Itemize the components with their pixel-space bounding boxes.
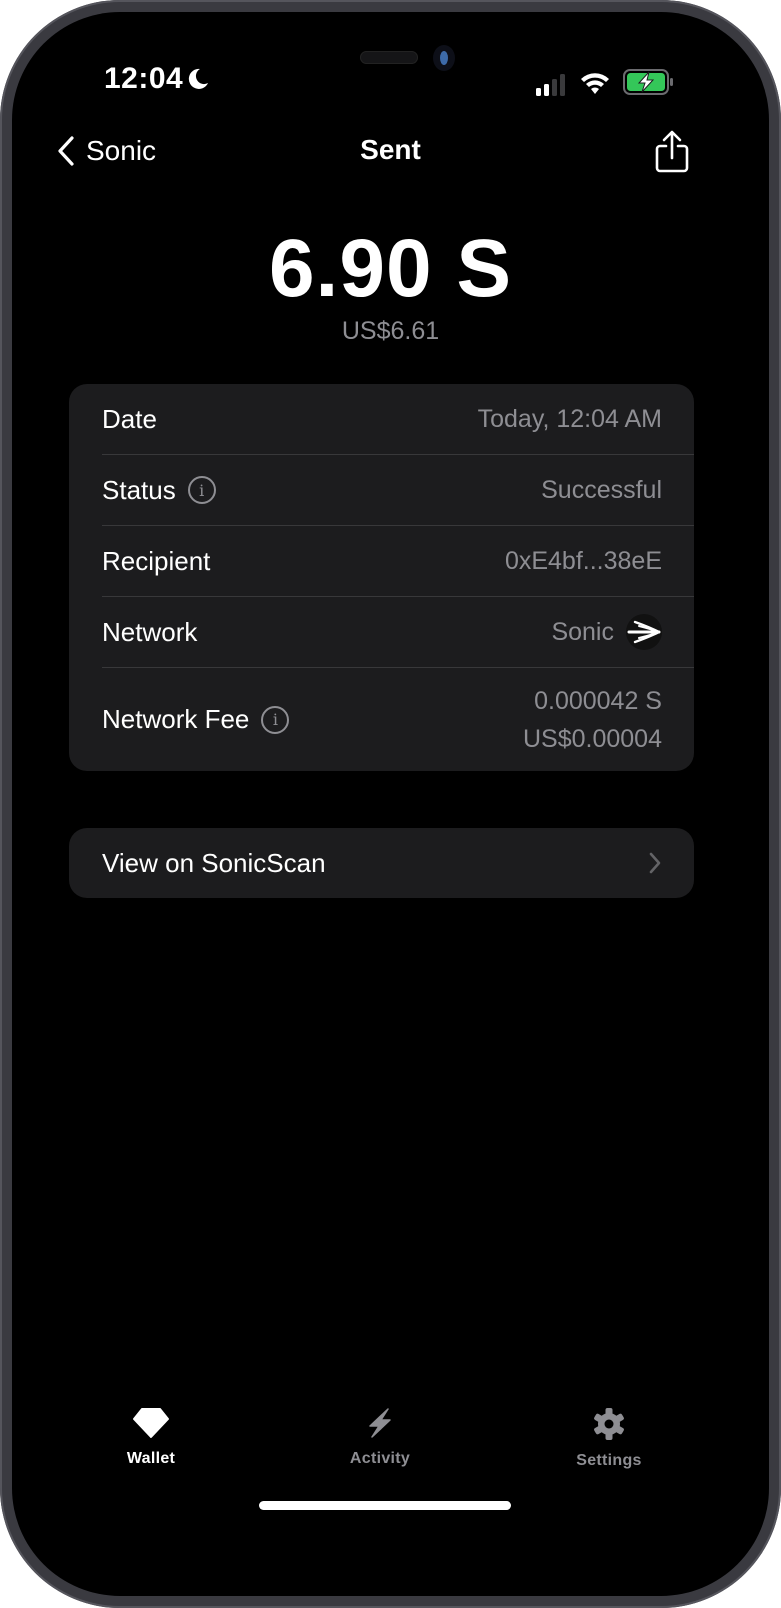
home-indicator[interactable] xyxy=(259,1501,511,1510)
device-frame: 12:04 Sonic Sent 6.90 S US$6.61 Date Tod… xyxy=(0,0,781,1608)
status-value: Successful xyxy=(541,475,662,504)
network-value: Sonic xyxy=(551,617,614,646)
front-camera xyxy=(433,45,455,71)
detail-row-status: Status i Successful xyxy=(102,455,694,526)
recipient-address[interactable]: 0xE4bf...38eE xyxy=(505,547,662,576)
tab-wallet[interactable]: Wallet xyxy=(71,1407,231,1468)
network-value-wrap: Sonic xyxy=(551,614,662,650)
lightning-bolt-icon xyxy=(369,1408,391,1438)
battery-charging-icon xyxy=(623,69,675,100)
tab-label: Settings xyxy=(576,1452,642,1469)
detail-row-recipient: Recipient 0xE4bf...38eE xyxy=(102,526,694,597)
moon-icon xyxy=(186,67,210,96)
network-fee-fiat: US$0.00004 xyxy=(522,724,662,753)
gear-icon xyxy=(594,1408,624,1440)
share-icon xyxy=(655,130,689,173)
wallet-diamond-icon xyxy=(133,1408,169,1438)
earpiece-speaker xyxy=(360,51,418,64)
tab-label: Wallet xyxy=(126,1450,176,1467)
detail-label: Date xyxy=(102,403,157,434)
detail-label-wrap: Network Fee i xyxy=(102,704,290,735)
detail-row-date: Date Today, 12:04 AM xyxy=(102,384,694,455)
info-icon[interactable]: i xyxy=(187,476,216,504)
tab-activity[interactable]: Activity xyxy=(300,1407,460,1468)
transaction-fiat-amount: US$6.61 xyxy=(341,317,440,345)
chevron-right-icon xyxy=(649,852,661,874)
network-fee-values: 0.000042 S US$0.00004 xyxy=(523,682,662,758)
screen: 12:04 Sonic Sent 6.90 S US$6.61 Date Tod… xyxy=(12,12,769,1596)
view-on-explorer-button[interactable]: View on SonicScan xyxy=(69,828,694,898)
tab-label: Activity xyxy=(349,1450,411,1467)
network-fee-crypto: 0.000042 S xyxy=(534,686,662,715)
detail-label: Network xyxy=(102,616,198,647)
status-time: 12:04 xyxy=(104,62,184,95)
wifi-icon xyxy=(579,70,611,101)
transaction-details-card: Date Today, 12:04 AM Status i Successful… xyxy=(69,384,694,771)
detail-label-wrap: Status i xyxy=(102,475,216,506)
tab-settings[interactable]: Settings xyxy=(529,1407,689,1470)
detail-label: Status xyxy=(102,474,176,505)
detail-value: Today, 12:04 AM xyxy=(477,404,662,433)
sonic-network-logo-icon xyxy=(626,614,662,650)
share-button[interactable] xyxy=(654,130,690,179)
detail-row-network-fee: Network Fee i 0.000042 S US$0.00004 xyxy=(102,668,694,771)
view-on-explorer-label: View on SonicScan xyxy=(102,847,326,878)
cellular-signal-icon xyxy=(536,74,570,101)
transaction-amount: 6.90 S xyxy=(268,223,513,314)
detail-row-network: Network Sonic xyxy=(102,597,694,668)
info-icon[interactable]: i xyxy=(261,705,290,734)
detail-label: Recipient xyxy=(102,545,211,576)
detail-label: Network Fee xyxy=(102,704,250,734)
